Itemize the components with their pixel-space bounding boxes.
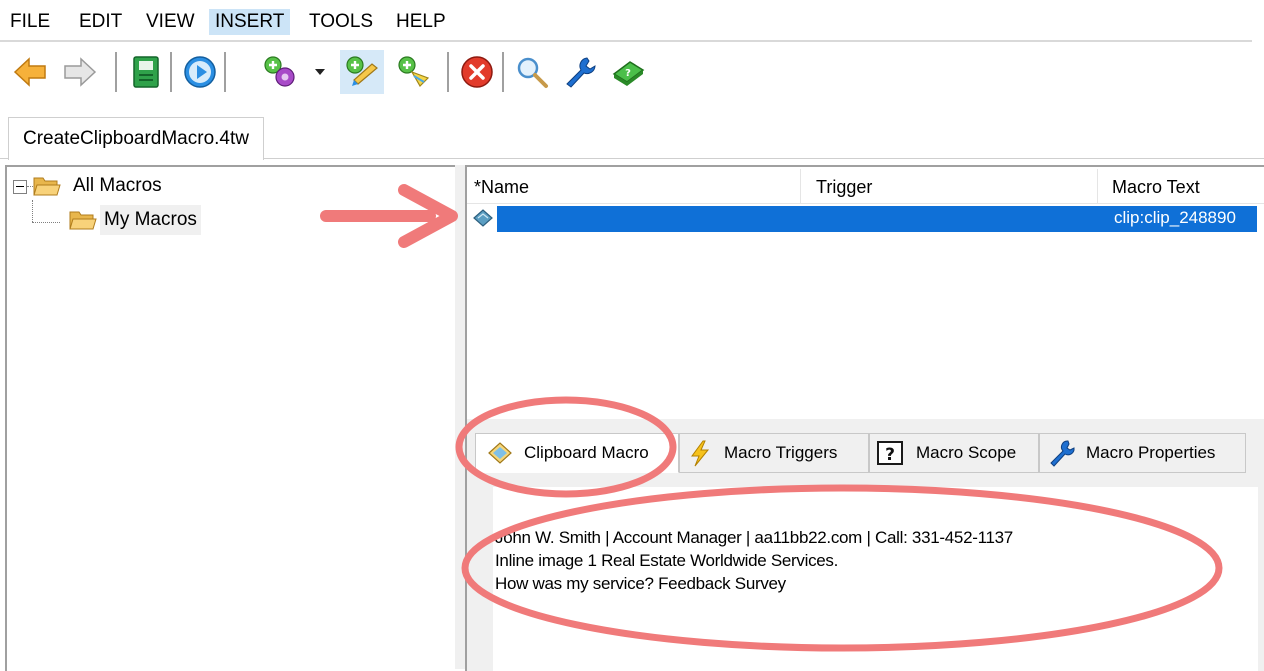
tab-clipboard-macro[interactable]: Clipboard Macro: [475, 433, 679, 473]
toolbar-separator: [447, 52, 449, 92]
tab-label: Macro Properties: [1086, 443, 1216, 462]
toolbar: ?: [0, 40, 1252, 102]
help-book-icon[interactable]: ?: [610, 54, 646, 90]
column-header-trigger[interactable]: Trigger: [809, 167, 872, 203]
column-header-name[interactable]: *Name: [467, 167, 529, 203]
column-separator[interactable]: [1097, 169, 1098, 203]
folder-open-icon: [69, 208, 97, 232]
tree-connector: [32, 200, 33, 222]
dropdown-arrow-icon[interactable]: [312, 54, 328, 90]
tree-label: My Macros: [100, 205, 201, 235]
toolbar-separator: [170, 52, 172, 92]
svg-text:?: ?: [625, 68, 631, 79]
save-icon[interactable]: [128, 54, 164, 90]
tree-connector: [32, 222, 60, 223]
tab-label: Clipboard Macro: [524, 443, 649, 462]
tree-label: All Macros: [73, 175, 162, 196]
content-line: How was my service? Feedback Survey: [495, 574, 786, 593]
wrench-icon: [1050, 440, 1075, 467]
macro-tree-panel: All Macros My Macros: [5, 165, 457, 671]
content-line: Inline image 1 Real Estate Worldwide Ser…: [495, 551, 839, 570]
menu-edit[interactable]: EDIT: [73, 9, 128, 35]
back-arrow-icon[interactable]: [12, 54, 48, 90]
tab-label: Macro Triggers: [724, 443, 838, 462]
toolbar-separator: [224, 52, 226, 92]
macro-editor-tabs: Clipboard Macro Macro Triggers ? Macro S…: [467, 433, 1264, 473]
table-row[interactable]: clip:clip_248890: [467, 204, 1264, 232]
new-macro-icon[interactable]: [396, 54, 432, 90]
delete-icon[interactable]: [459, 54, 495, 90]
tab-macro-scope[interactable]: ? Macro Scope: [869, 433, 1039, 473]
folder-open-icon: [33, 174, 61, 198]
column-separator[interactable]: [800, 169, 801, 203]
menu-view[interactable]: VIEW: [140, 9, 201, 35]
column-header-macro-text[interactable]: Macro Text: [1105, 167, 1200, 203]
menu-insert[interactable]: INSERT: [209, 9, 291, 35]
macro-editor-area: Clipboard Macro Macro Triggers ? Macro S…: [467, 419, 1264, 671]
macro-row-icon: [473, 209, 493, 227]
content-line: John W. Smith | Account Manager | aa11bb…: [495, 528, 1013, 547]
clipboard-macro-icon: [488, 442, 512, 464]
search-icon[interactable]: [514, 54, 550, 90]
menu-help[interactable]: HELP: [390, 9, 452, 35]
toolbar-separator: [502, 52, 504, 92]
new-clipboard-macro-icon[interactable]: [344, 54, 380, 90]
menu-file[interactable]: FILE: [4, 9, 56, 35]
play-icon[interactable]: [182, 54, 218, 90]
wrench-icon[interactable]: [562, 54, 598, 90]
lightning-icon: [691, 440, 710, 467]
forward-arrow-icon[interactable]: [62, 54, 98, 90]
tab-label: Macro Scope: [916, 443, 1017, 462]
panel-splitter[interactable]: [455, 165, 465, 669]
tree-collapse-toggle[interactable]: [13, 180, 27, 194]
menu-bar: FILE EDIT VIEW INSERT TOOLS HELP: [0, 0, 1264, 40]
toolbar-separator: [115, 52, 117, 92]
row-macro-text: clip:clip_248890: [1114, 208, 1236, 227]
question-icon: ?: [877, 441, 903, 465]
document-tab[interactable]: CreateClipboardMacro.4tw: [8, 117, 264, 160]
list-header: *Name Trigger Macro Text: [467, 167, 1264, 204]
tab-macro-properties[interactable]: Macro Properties: [1039, 433, 1246, 473]
add-gear-icon[interactable]: [262, 54, 298, 90]
tab-macro-triggers[interactable]: Macro Triggers: [679, 433, 869, 473]
macro-list-panel: *Name Trigger Macro Text clip:clip_24889…: [465, 165, 1264, 671]
clipboard-content-editor[interactable]: John W. Smith | Account Manager | aa11bb…: [493, 487, 1258, 671]
menu-tools[interactable]: TOOLS: [303, 9, 379, 35]
svg-text:?: ?: [885, 445, 895, 465]
